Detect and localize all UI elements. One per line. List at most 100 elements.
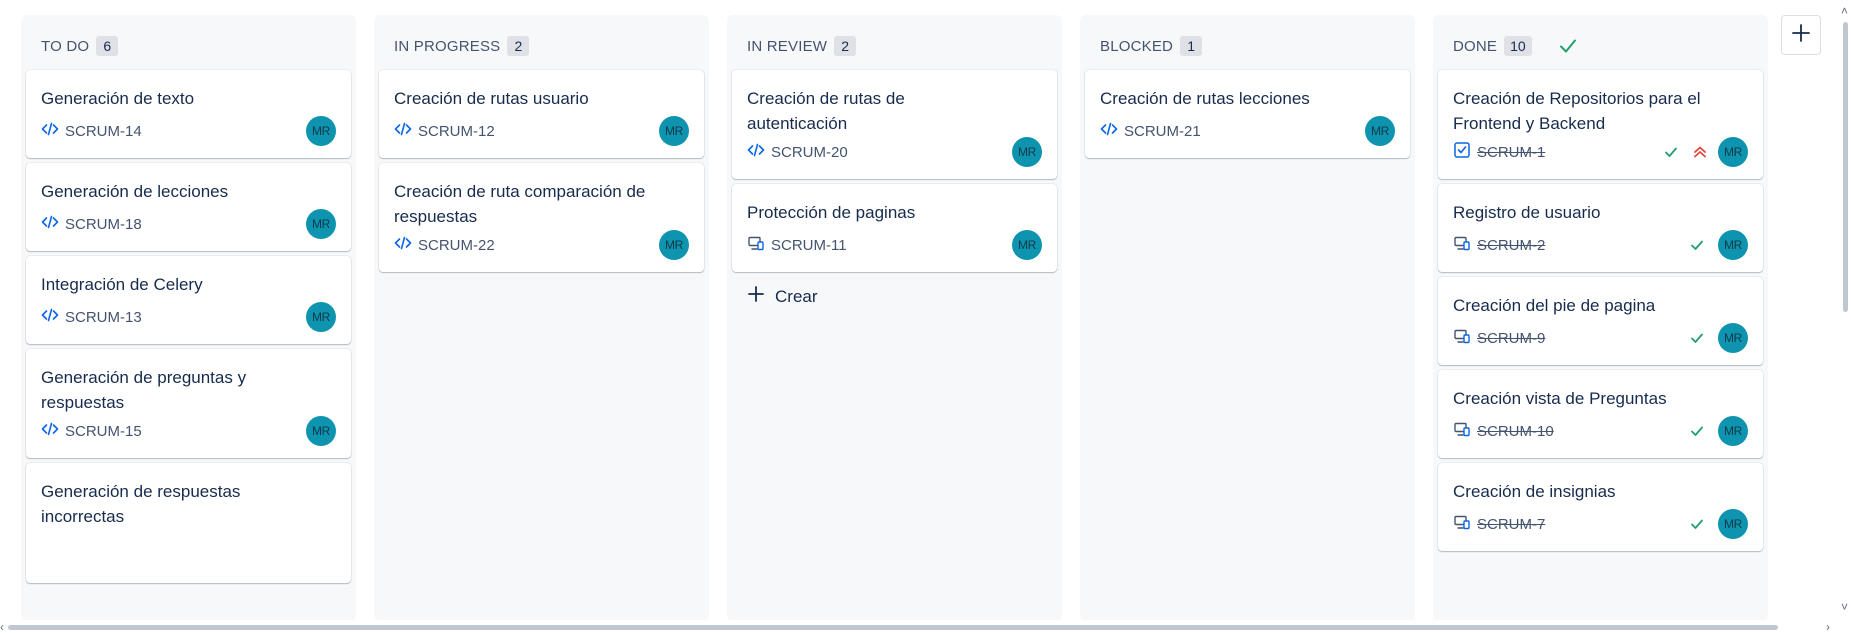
card-key[interactable]: SCRUM-14 <box>65 123 142 140</box>
card-key[interactable]: SCRUM-22 <box>418 237 495 254</box>
avatar[interactable]: MR <box>1365 116 1395 146</box>
column-blocked: BLOCKED 1 Creación de rutas lecciones SC… <box>1080 15 1415 621</box>
avatar[interactable]: MR <box>659 230 689 260</box>
plus-icon <box>747 285 765 308</box>
create-label: Crear <box>775 286 818 306</box>
issue-card[interactable]: Creación de rutas lecciones SCRUM-21 MR <box>1085 70 1410 158</box>
card-key[interactable]: SCRUM-2 <box>1477 237 1545 254</box>
avatar[interactable]: MR <box>1718 230 1748 260</box>
card-key[interactable]: SCRUM-7 <box>1477 516 1545 533</box>
column-todo: TO DO 6 Generación de texto SCRUM-14 MR … <box>21 15 356 621</box>
avatar[interactable]: MR <box>1012 137 1042 167</box>
code-icon <box>747 141 765 164</box>
check-icon <box>1690 517 1704 531</box>
card-key[interactable]: SCRUM-20 <box>771 144 848 161</box>
card-title: Creación de rutas lecciones <box>1100 89 1310 108</box>
card-title: Creación de Repositorios para el Fronten… <box>1453 89 1701 133</box>
avatar[interactable]: MR <box>1718 323 1748 353</box>
avatar[interactable]: MR <box>306 209 336 239</box>
column-title: DONE <box>1453 37 1498 55</box>
issue-card[interactable]: Registro de usuario SCRUM-2 MR <box>1438 184 1763 272</box>
issue-card[interactable]: Protección de paginas SCRUM-11 MR <box>732 184 1057 272</box>
card-key[interactable]: SCRUM-12 <box>418 123 495 140</box>
issue-card[interactable]: Creación vista de Preguntas SCRUM-10 MR <box>1438 370 1763 458</box>
scroll-left-icon[interactable]: ‹ <box>0 620 4 633</box>
column-header[interactable]: IN PROGRESS 2 <box>374 15 709 77</box>
column-in-review: IN REVIEW 2 Creación de rutas de autenti… <box>727 15 1062 621</box>
horizontal-scrollbar-thumb[interactable] <box>8 625 1778 630</box>
card-key[interactable]: SCRUM-21 <box>1124 123 1201 140</box>
code-icon <box>41 213 59 236</box>
column-header[interactable]: BLOCKED 1 <box>1080 15 1415 77</box>
issue-card[interactable]: Generación de lecciones SCRUM-18 MR <box>26 163 351 251</box>
card-title: Creación de ruta comparación de respuest… <box>394 182 646 226</box>
issue-card[interactable]: Creación de ruta comparación de respuest… <box>379 163 704 272</box>
column-done: DONE 10 Creación de Repositorios para el… <box>1433 15 1768 621</box>
card-title: Generación de lecciones <box>41 182 229 201</box>
column-in-progress: IN PROGRESS 2 Creación de rutas usuario … <box>374 15 709 621</box>
card-title: Creación de rutas usuario <box>394 89 589 108</box>
code-icon <box>394 120 412 143</box>
card-key[interactable]: SCRUM-10 <box>1477 423 1554 440</box>
code-icon <box>1100 120 1118 143</box>
column-count-badge: 1 <box>1180 36 1203 56</box>
card-key[interactable]: SCRUM-13 <box>65 309 142 326</box>
check-icon <box>1690 238 1704 252</box>
scroll-down-icon[interactable]: ˅ <box>1841 600 1848 614</box>
frontend-icon <box>1453 327 1471 350</box>
issue-card[interactable]: Creación de insignias SCRUM-7 MR <box>1438 463 1763 551</box>
column-count-badge: 6 <box>96 36 119 56</box>
card-key[interactable]: SCRUM-18 <box>65 216 142 233</box>
column-title: BLOCKED <box>1100 37 1174 55</box>
avatar[interactable]: MR <box>1012 230 1042 260</box>
column-header[interactable]: DONE 10 <box>1433 15 1768 77</box>
scroll-right-icon[interactable]: › <box>1826 620 1830 633</box>
check-icon <box>1690 424 1704 438</box>
code-icon <box>394 234 412 257</box>
frontend-icon <box>1453 234 1471 257</box>
avatar[interactable]: MR <box>1718 416 1748 446</box>
issue-card[interactable]: Creación de Repositorios para el Fronten… <box>1438 70 1763 179</box>
avatar[interactable]: MR <box>306 416 336 446</box>
card-key[interactable]: SCRUM-1 <box>1477 144 1545 161</box>
issue-card[interactable]: Generación de respuestas incorrectas <box>26 463 351 583</box>
card-title: Creación del pie de pagina <box>1453 296 1656 315</box>
scroll-up-icon[interactable]: ˄ <box>1841 4 1848 18</box>
avatar[interactable]: MR <box>306 116 336 146</box>
avatar[interactable]: MR <box>1718 509 1748 539</box>
card-title: Protección de paginas <box>747 203 916 222</box>
column-title: IN REVIEW <box>747 37 828 55</box>
column-header[interactable]: IN REVIEW 2 <box>727 15 1062 77</box>
frontend-icon <box>747 234 765 257</box>
add-column-button[interactable] <box>1781 15 1821 55</box>
column-count-badge: 10 <box>1504 36 1532 56</box>
check-icon <box>1664 145 1678 159</box>
card-key[interactable]: SCRUM-9 <box>1477 330 1545 347</box>
issue-card[interactable]: Creación del pie de pagina SCRUM-9 MR <box>1438 277 1763 365</box>
code-icon <box>41 420 59 443</box>
create-issue-button[interactable]: Crear <box>747 285 818 308</box>
card-title: Creación de insignias <box>1453 482 1616 501</box>
column-count-badge: 2 <box>834 36 857 56</box>
column-title: IN PROGRESS <box>394 37 501 55</box>
vertical-scrollbar-thumb[interactable] <box>1843 22 1848 312</box>
avatar[interactable]: MR <box>659 116 689 146</box>
frontend-icon <box>1453 513 1471 536</box>
card-title: Generación de respuestas incorrectas <box>41 482 241 526</box>
avatar[interactable]: MR <box>1718 137 1748 167</box>
card-title: Integración de Celery <box>41 275 203 294</box>
card-title: Creación de rutas de autenticación <box>747 89 905 133</box>
column-header[interactable]: TO DO 6 <box>21 15 356 77</box>
code-icon <box>41 120 59 143</box>
column-count-badge: 2 <box>507 36 530 56</box>
issue-card[interactable]: Creación de rutas de autenticación SCRUM… <box>732 70 1057 179</box>
avatar[interactable]: MR <box>306 302 336 332</box>
card-key[interactable]: SCRUM-15 <box>65 423 142 440</box>
card-title: Generación de preguntas y respuestas <box>41 368 247 412</box>
issue-card[interactable]: Generación de texto SCRUM-14 MR <box>26 70 351 158</box>
issue-card[interactable]: Generación de preguntas y respuestas SCR… <box>26 349 351 458</box>
card-key[interactable]: SCRUM-11 <box>771 237 847 254</box>
issue-card[interactable]: Creación de rutas usuario SCRUM-12 MR <box>379 70 704 158</box>
frontend-icon <box>1453 420 1471 443</box>
issue-card[interactable]: Integración de Celery SCRUM-13 MR <box>26 256 351 344</box>
